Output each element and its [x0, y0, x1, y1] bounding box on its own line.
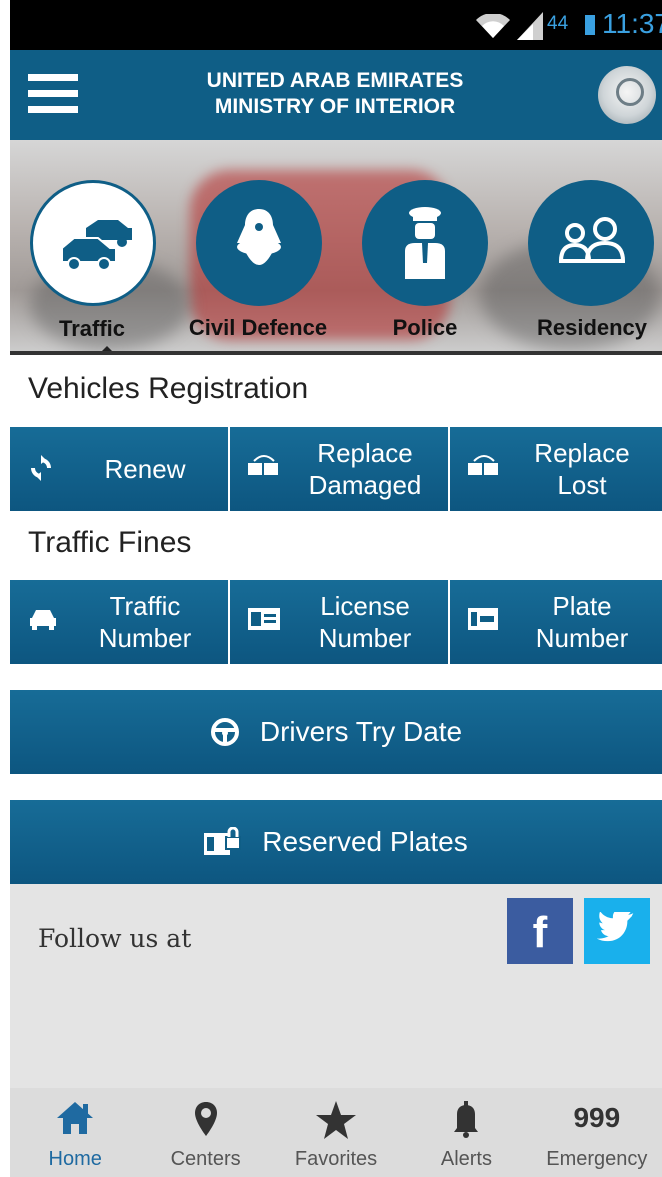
plate-icon — [468, 608, 498, 630]
plate-number-button[interactable]: Plate Number — [448, 580, 662, 664]
category-civil-defence[interactable] — [196, 180, 322, 306]
traffic-number-button[interactable]: Traffic Number — [10, 580, 228, 664]
steering-wheel-icon — [210, 718, 239, 746]
bottom-navigation: Home Centers Favorites Alerts 999 Emerge… — [10, 1088, 662, 1177]
category-label-civil-defence[interactable]: Civil Defence — [182, 315, 334, 341]
replace-card-icon — [248, 455, 278, 475]
locked-plate-icon — [204, 827, 242, 855]
replace-damaged-button[interactable]: Replace Damaged — [228, 427, 448, 511]
status-bar: 44 11:37 — [10, 0, 662, 50]
renew-label: Renew — [104, 454, 186, 484]
replace-lost-label: Replace Lost — [534, 438, 630, 500]
emergency-number: 999 — [573, 1102, 621, 1133]
reserved-plates-button[interactable]: Reserved Plates — [10, 800, 662, 884]
traffic-number-label: Traffic Number — [98, 591, 192, 653]
facebook-icon[interactable]: f — [507, 898, 573, 964]
drivers-try-date-button[interactable]: Drivers Try Date — [10, 690, 662, 774]
cars-icon — [61, 220, 132, 271]
drivers-try-date-label: Drivers Try Date — [259, 716, 463, 747]
star-icon — [316, 1101, 357, 1139]
nav-home-label: Home — [48, 1148, 102, 1170]
nav-emergency[interactable]: 999 Emergency — [532, 1088, 662, 1177]
clock: 11:37 — [602, 8, 662, 39]
category-label-police[interactable]: Police — [370, 315, 480, 341]
nav-alerts[interactable]: Alerts — [401, 1088, 531, 1177]
nav-favorites[interactable]: Favorites — [271, 1088, 401, 1177]
category-label-traffic[interactable]: Traffic — [42, 316, 142, 342]
replace-lost-button[interactable]: Replace Lost — [448, 427, 662, 511]
police-officer-icon — [405, 207, 445, 279]
category-label-residency[interactable]: Residency — [524, 315, 660, 341]
category-traffic[interactable] — [30, 180, 156, 306]
license-card-icon — [248, 608, 280, 630]
nav-alerts-label: Alerts — [440, 1148, 492, 1170]
replace-card-icon — [468, 455, 498, 475]
nav-favorites-label: Favorites — [294, 1148, 378, 1170]
vehicles-registration-buttons: Renew Replace Damaged Replace Lost — [10, 427, 662, 511]
nav-centers-label: Centers — [170, 1148, 241, 1170]
header-title-line2: MINISTRY OF INTERIOR — [214, 95, 456, 118]
car-front-icon — [30, 610, 56, 630]
app-header: UNITED ARAB EMIRATES MINISTRY OF INTERIO… — [10, 50, 662, 140]
wifi-icon — [476, 14, 510, 38]
twitter-icon[interactable] — [584, 898, 650, 964]
renew-button[interactable]: Renew — [10, 427, 228, 511]
category-police[interactable] — [362, 180, 488, 306]
category-residency[interactable] — [528, 180, 654, 306]
home-icon — [57, 1102, 94, 1134]
firefighter-icon — [237, 209, 281, 265]
hamburger-menu-icon[interactable] — [28, 74, 78, 116]
banner-divider — [10, 351, 662, 355]
reserved-plates-label: Reserved Plates — [262, 826, 468, 857]
follow-section: Follow us at f — [10, 884, 662, 1088]
license-number-label: License Number — [318, 591, 412, 653]
nav-centers[interactable]: Centers — [140, 1088, 270, 1177]
section-title-traffic-fines: Traffic Fines — [28, 526, 192, 559]
location-pin-icon — [194, 1102, 217, 1136]
section-title-vehicles-registration: Vehicles Registration — [28, 372, 309, 405]
battery-icon — [585, 15, 595, 35]
battery-level: 44 — [547, 13, 569, 34]
signal-icon — [517, 12, 543, 40]
header-title: UNITED ARAB EMIRATES MINISTRY OF INTERIO… — [130, 68, 540, 120]
people-group-icon — [558, 217, 626, 263]
ministry-emblem-logo — [598, 66, 656, 124]
plate-number-label: Plate Number — [535, 591, 629, 653]
license-number-button[interactable]: License Number — [228, 580, 448, 664]
header-title-line1: UNITED ARAB EMIRATES — [206, 69, 464, 92]
nav-home[interactable]: Home — [10, 1088, 140, 1177]
replace-damaged-label: Replace Damaged — [308, 438, 422, 500]
traffic-fines-buttons: Traffic Number License Number Plate Numb… — [10, 580, 662, 664]
bell-icon — [454, 1101, 479, 1138]
nav-emergency-label: Emergency — [546, 1148, 648, 1170]
category-banner: Traffic Civil Defence Police Residency — [10, 140, 662, 355]
follow-label: Follow us at — [38, 924, 192, 953]
renew-icon — [31, 455, 51, 481]
